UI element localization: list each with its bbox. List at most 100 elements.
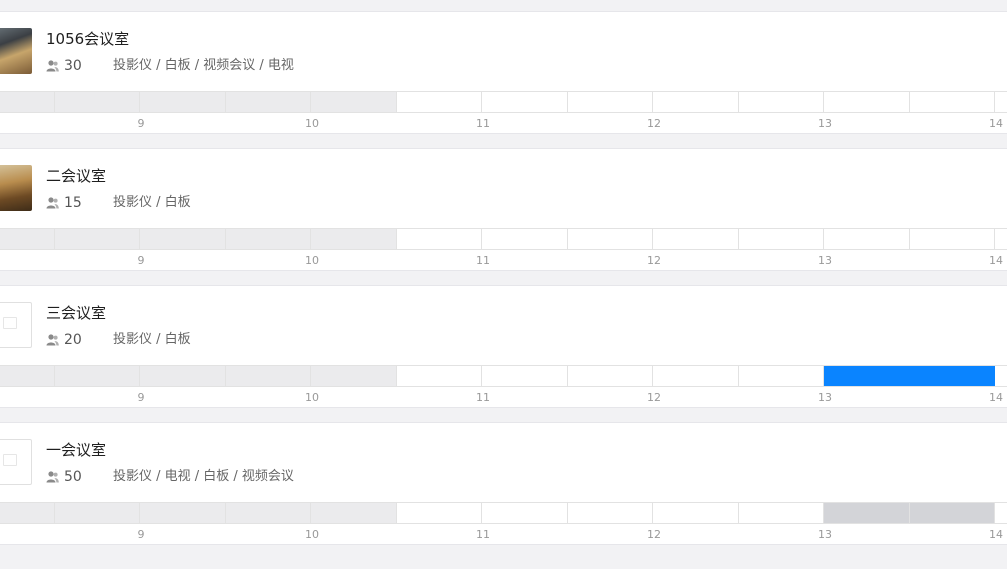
room-capacity: 30: [64, 58, 82, 74]
time-slot-free[interactable]: [653, 229, 739, 249]
time-slot-free[interactable]: [567, 92, 653, 112]
hour-label: 9: [137, 528, 145, 541]
time-slot-free[interactable]: [567, 229, 653, 249]
meeting-room-list: 1056会议室 30 投影仪 / 白板 / 视频会议 / 电视 9 10 11 12 13 14…: [0, 0, 1007, 569]
time-slot-past: [54, 229, 140, 249]
room-thumbnail-placeholder: [0, 439, 32, 485]
hour-label: 14: [989, 528, 1003, 541]
time-slot-past: [54, 92, 140, 112]
hour-label: 13: [818, 117, 832, 130]
booking-timeline: [0, 502, 1007, 524]
hour-label: 11: [476, 117, 490, 130]
room-name: 一会议室: [46, 441, 107, 459]
user-group-icon: [46, 471, 59, 483]
hour-label: 14: [989, 117, 1003, 130]
user-group-icon: [46, 334, 59, 346]
hour-label: 10: [305, 528, 319, 541]
room-card[interactable]: 1056会议室 30 投影仪 / 白板 / 视频会议 / 电视 9 10 11 12 13 14: [0, 11, 1007, 134]
hour-label: 10: [305, 117, 319, 130]
hour-label: 11: [476, 391, 490, 404]
room-capacity: 50: [64, 469, 82, 485]
hour-label: 9: [137, 117, 145, 130]
room-thumbnail-placeholder: [0, 302, 32, 348]
user-group-icon: [46, 60, 59, 72]
room-equipment: 投影仪 / 电视 / 白板 / 视频会议: [113, 469, 294, 484]
image-placeholder-icon: [3, 317, 17, 329]
room-card[interactable]: 二会议室 15 投影仪 / 白板 9 10 11 12 13 14: [0, 148, 1007, 271]
hour-label: 11: [476, 254, 490, 267]
hour-label: 13: [818, 391, 832, 404]
hour-label: 12: [647, 528, 661, 541]
room-capacity: 20: [64, 332, 82, 348]
time-slot-free[interactable]: [396, 92, 482, 112]
time-slot-free[interactable]: [653, 503, 739, 523]
time-slot-booked: [824, 366, 910, 386]
time-slot-past: [0, 229, 55, 249]
room-equipment: 投影仪 / 白板: [113, 332, 191, 347]
time-slot-past: [54, 366, 140, 386]
room-photo: [0, 165, 32, 211]
room-card[interactable]: 三会议室 20 投影仪 / 白板 9 10 11 12 13 14: [0, 285, 1007, 408]
time-slot-free[interactable]: [738, 92, 824, 112]
time-slot-free[interactable]: [909, 92, 995, 112]
time-slot-free[interactable]: [738, 503, 824, 523]
time-slot-free[interactable]: [396, 503, 482, 523]
time-slot-past: [225, 92, 311, 112]
time-slot-past: [54, 503, 140, 523]
hour-label: 12: [647, 391, 661, 404]
hour-label: 9: [137, 391, 145, 404]
time-slot-free[interactable]: [653, 92, 739, 112]
time-slot-past: [140, 503, 226, 523]
time-slot-reserved: [909, 503, 995, 523]
hour-label: 14: [989, 391, 1003, 404]
time-slot-past: [311, 366, 397, 386]
time-slot-past: [140, 229, 226, 249]
room-name: 二会议室: [46, 167, 107, 185]
time-slot-free[interactable]: [482, 92, 568, 112]
room-name: 1056会议室: [46, 30, 130, 48]
time-slot-free[interactable]: [738, 229, 824, 249]
hour-label: 14: [989, 254, 1003, 267]
time-slot-free[interactable]: [909, 229, 995, 249]
room-equipment: 投影仪 / 白板: [113, 195, 191, 210]
time-slot-free[interactable]: [824, 92, 910, 112]
time-slot-booked: [909, 366, 995, 386]
time-slot-past: [225, 229, 311, 249]
time-slot-past: [0, 366, 55, 386]
time-slot-reserved: [824, 503, 910, 523]
time-slot-past: [311, 229, 397, 249]
time-slot-past: [225, 503, 311, 523]
room-photo: [0, 28, 32, 74]
time-slot-past: [225, 366, 311, 386]
hour-label: 12: [647, 254, 661, 267]
time-slot-free[interactable]: [567, 366, 653, 386]
time-slot-past: [311, 92, 397, 112]
room-name: 三会议室: [46, 304, 107, 322]
time-slot-free[interactable]: [482, 503, 568, 523]
room-equipment: 投影仪 / 白板 / 视频会议 / 电视: [113, 58, 294, 73]
room-capacity: 15: [64, 195, 82, 211]
user-group-icon: [46, 197, 59, 209]
time-slot-free[interactable]: [824, 229, 910, 249]
hour-label: 10: [305, 391, 319, 404]
time-slot-free[interactable]: [482, 366, 568, 386]
time-slot-past: [140, 92, 226, 112]
time-slot-free[interactable]: [482, 229, 568, 249]
booking-timeline: [0, 91, 1007, 113]
hour-label: 9: [137, 254, 145, 267]
hour-label: 13: [818, 254, 832, 267]
time-slot-free[interactable]: [396, 229, 482, 249]
booking-timeline: [0, 365, 1007, 387]
time-slot-past: [0, 503, 55, 523]
time-slot-past: [140, 366, 226, 386]
time-slot-free[interactable]: [396, 366, 482, 386]
time-slot-free[interactable]: [567, 503, 653, 523]
hour-label: 11: [476, 528, 490, 541]
time-slot-past: [311, 503, 397, 523]
hour-label: 12: [647, 117, 661, 130]
time-slot-free[interactable]: [653, 366, 739, 386]
booking-timeline: [0, 228, 1007, 250]
room-card[interactable]: 一会议室 50 投影仪 / 电视 / 白板 / 视频会议 9 10 11 12 13 14: [0, 422, 1007, 545]
hour-label: 13: [818, 528, 832, 541]
time-slot-free[interactable]: [738, 366, 824, 386]
